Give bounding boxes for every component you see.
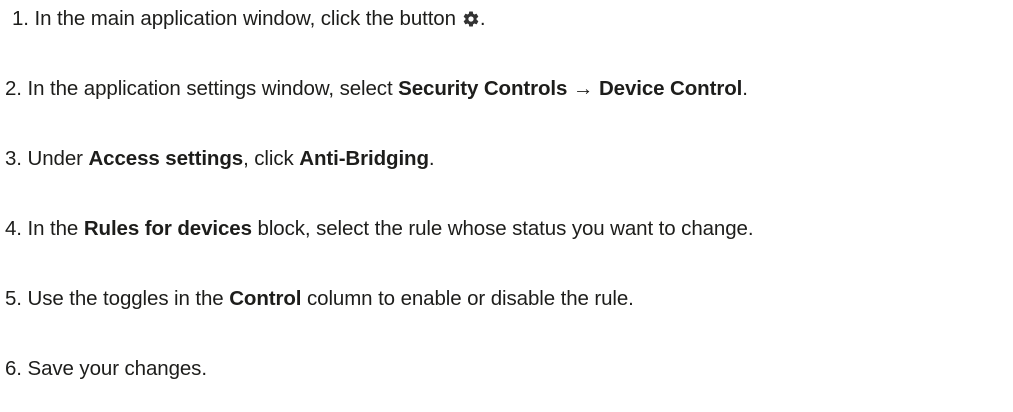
- step-text: In the main application window, click th…: [34, 7, 457, 30]
- step-4: 4. In the Rules for devices block, selec…: [5, 215, 754, 243]
- step-number: 4.: [5, 217, 22, 240]
- step-text-end: column to enable or disable the rule.: [307, 287, 634, 310]
- step-number: 2.: [5, 77, 22, 100]
- step-text: In the application settings window, sele…: [27, 77, 393, 100]
- step-number: 5.: [5, 287, 22, 310]
- ui-term-control: Control: [229, 287, 302, 310]
- step-5: 5. Use the toggles in the Control column…: [5, 285, 634, 313]
- step-text: Under: [27, 147, 83, 170]
- step-number: 1.: [12, 7, 29, 30]
- step-1: 1. In the main application window, click…: [12, 5, 486, 33]
- step-text-end: .: [742, 77, 748, 100]
- gear-icon: [463, 11, 479, 27]
- step-2: 2. In the application settings window, s…: [5, 75, 748, 103]
- arrow-separator: →: [572, 77, 594, 100]
- step-number: 6.: [5, 357, 22, 380]
- step-text-end: .: [479, 7, 486, 30]
- ui-term-device-control: Device Control: [598, 77, 743, 100]
- instruction-steps: 1. In the main application window, click…: [0, 0, 1013, 412]
- step-text-end: .: [428, 147, 435, 170]
- ui-term-rules-for-devices: Rules for devices: [83, 217, 252, 240]
- step-text-middle: , click: [243, 147, 294, 170]
- ui-term-access-settings: Access settings: [88, 147, 244, 170]
- step-number: 3.: [5, 147, 22, 170]
- step-text-end: block, select the rule whose status you …: [257, 217, 754, 240]
- step-text: In the: [27, 217, 79, 240]
- step-text: Save your changes.: [27, 357, 208, 380]
- step-text: Use the toggles in the: [27, 287, 224, 310]
- ui-term-anti-bridging: Anti-Bridging: [299, 147, 429, 170]
- step-3: 3. Under Access settings, click Anti-Bri…: [5, 145, 435, 173]
- step-6: 6. Save your changes.: [5, 355, 207, 383]
- ui-term-security-controls: Security Controls: [398, 77, 568, 100]
